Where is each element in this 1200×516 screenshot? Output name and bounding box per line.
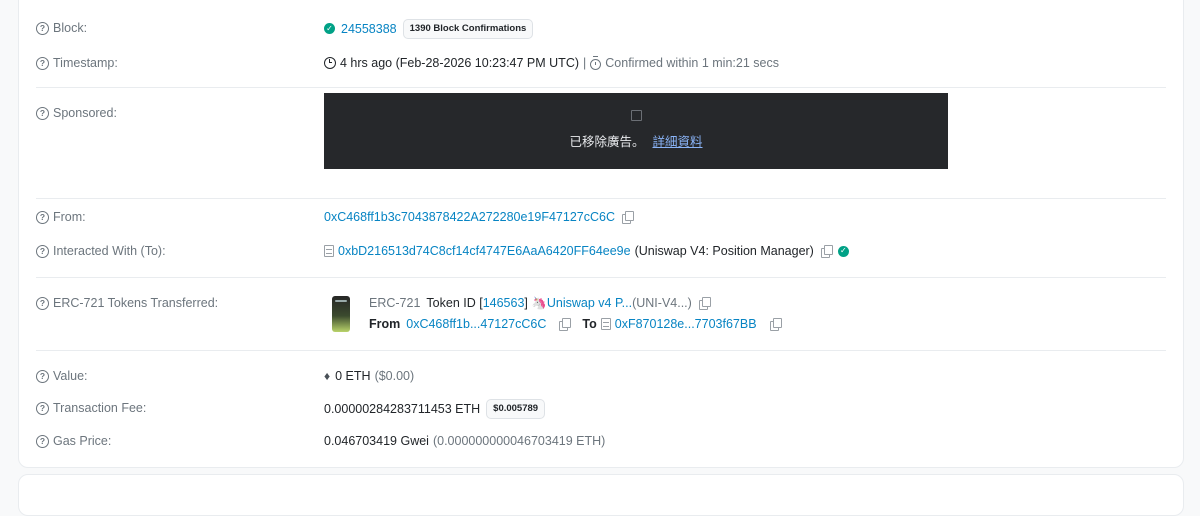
fee-amount: 0.00000284283711453 ETH xyxy=(324,401,481,416)
erc721-label: ERC-721 Tokens Transferred: xyxy=(53,296,219,310)
nft-image-icon[interactable] xyxy=(332,296,350,332)
question-circle-icon[interactable]: ? xyxy=(36,210,49,224)
block-label: Block: xyxy=(53,21,88,35)
transfer-from-link[interactable]: 0xC468ff1b...47127cC6C xyxy=(406,317,546,331)
value-value: ♦ 0 ETH ($0.00) xyxy=(324,369,414,383)
copy-icon[interactable] xyxy=(621,211,634,224)
copy-icon[interactable] xyxy=(769,318,782,331)
erc721-transfer-line: From 0xC468ff1b...47127cC6C To 0xF870128… xyxy=(369,317,782,331)
fee-value: 0.00000284283711453 ETH $0.005789 xyxy=(324,399,546,419)
question-circle-icon[interactable]: ? xyxy=(36,369,49,383)
timestamp-text: 4 hrs ago (Feb-28-2026 10:23:47 PM UTC) xyxy=(340,56,580,70)
gas-label: Gas Price: xyxy=(53,434,112,448)
fee-usd-badge: $0.005789 xyxy=(486,399,546,419)
stopwatch-icon xyxy=(590,55,602,70)
block-value: ✓ 24558388 1390 Block Confirmations xyxy=(324,19,534,39)
erc721-token-line: ERC-721 Token ID [146563] 🦄 Uniswap v4 P… xyxy=(369,296,711,310)
question-circle-icon[interactable]: ? xyxy=(36,434,49,448)
uniswap-logo-icon: 🦄 xyxy=(531,296,547,310)
timestamp-label-row: ? Timestamp: xyxy=(36,56,118,70)
section-divider xyxy=(36,87,1166,88)
confirmed-within-text: Confirmed within 1 min:21 secs xyxy=(605,56,779,70)
contract-file-icon xyxy=(324,245,334,257)
sponsored-label: Sponsored: xyxy=(53,106,117,120)
block-confirmations-badge: 1390 Block Confirmations xyxy=(402,19,534,39)
verified-check-icon: ✓ xyxy=(837,245,849,257)
block-label-row: ? Block: xyxy=(36,21,87,35)
from-address-link[interactable]: 0xC468ff1b3c7043878422A272280e19F47127cC… xyxy=(324,210,615,224)
value-amount: 0 ETH xyxy=(335,369,371,383)
section-divider xyxy=(36,277,1166,278)
token-id-prefix: Token ID [ xyxy=(426,296,483,310)
block-number-link[interactable]: 24558388 xyxy=(341,22,397,36)
from-label: From: xyxy=(53,210,86,224)
value-label-row: ? Value: xyxy=(36,369,88,383)
contract-file-icon xyxy=(600,318,611,330)
ad-text-row: 已移除廣告。 詳細資料 xyxy=(324,131,948,150)
sponsored-label-row: ? Sponsored: xyxy=(36,106,117,120)
timestamp-value: 4 hrs ago (Feb-28-2026 10:23:47 PM UTC) … xyxy=(324,55,779,70)
erc721-label-row: ? ERC-721 Tokens Transferred: xyxy=(36,296,218,310)
copy-icon[interactable] xyxy=(698,297,711,310)
value-label: Value: xyxy=(53,369,88,383)
ad-info-icon[interactable] xyxy=(631,110,642,121)
timestamp-separator: | xyxy=(583,56,587,70)
value-usd: ($0.00) xyxy=(374,369,415,383)
ethereum-icon: ♦ xyxy=(324,369,331,383)
question-circle-icon[interactable]: ? xyxy=(36,296,49,310)
copy-icon[interactable] xyxy=(820,245,833,258)
from-label-row: ? From: xyxy=(36,210,86,224)
verified-check-icon: ✓ xyxy=(324,23,335,35)
erc721-standard: ERC-721 xyxy=(369,296,421,310)
interacted-contract-name: (Uniswap V4: Position Manager) xyxy=(634,244,814,258)
token-symbol: (UNI-V4...) xyxy=(632,296,692,310)
fee-label: Transaction Fee: xyxy=(53,401,147,415)
clock-icon xyxy=(324,57,336,69)
token-id-link[interactable]: 146563 xyxy=(483,296,525,310)
ad-removed-banner: 已移除廣告。 詳細資料 xyxy=(324,93,948,169)
gas-amount: 0.046703419 Gwei xyxy=(324,434,429,448)
token-id-suffix: ] xyxy=(524,296,528,310)
transfer-to-link[interactable]: 0xF870128e...7703f67BB xyxy=(615,317,757,331)
section-divider xyxy=(36,350,1166,351)
question-circle-icon[interactable]: ? xyxy=(36,244,49,258)
gas-value: 0.046703419 Gwei (0.000000000046703419 E… xyxy=(324,434,605,448)
transaction-details-card: ? Block: ✓ 24558388 1390 Block Confirmat… xyxy=(18,0,1184,468)
question-circle-icon[interactable]: ? xyxy=(36,56,49,70)
interacted-label-row: ? Interacted With (To): xyxy=(36,244,166,258)
section-divider xyxy=(36,198,1166,199)
gas-eth: (0.000000000046703419 ETH) xyxy=(432,434,606,448)
interacted-address-link[interactable]: 0xbD216513d74C8cf14cf4747E6AaA6420FF64ee… xyxy=(338,244,631,258)
transfer-to-label: To xyxy=(582,317,597,331)
ad-removed-text: 已移除廣告。 xyxy=(569,135,645,149)
nft-thumbnail[interactable] xyxy=(332,296,350,335)
token-name-link[interactable]: Uniswap v4 P... xyxy=(547,296,632,310)
timestamp-label: Timestamp: xyxy=(53,56,118,70)
gas-label-row: ? Gas Price: xyxy=(36,434,111,448)
fee-label-row: ? Transaction Fee: xyxy=(36,401,146,415)
ad-details-link[interactable]: 詳細資料 xyxy=(653,135,703,149)
transfer-from-label: From xyxy=(369,317,401,331)
interacted-value: 0xbD216513d74C8cf14cf4747E6AaA6420FF64ee… xyxy=(324,244,849,258)
interacted-label: Interacted With (To): xyxy=(53,244,166,258)
from-value: 0xC468ff1b3c7043878422A272280e19F47127cC… xyxy=(324,210,634,224)
question-circle-icon[interactable]: ? xyxy=(36,21,49,35)
question-circle-icon[interactable]: ? xyxy=(36,106,49,120)
next-card xyxy=(18,474,1184,516)
copy-icon[interactable] xyxy=(558,318,572,331)
question-circle-icon[interactable]: ? xyxy=(36,401,49,415)
